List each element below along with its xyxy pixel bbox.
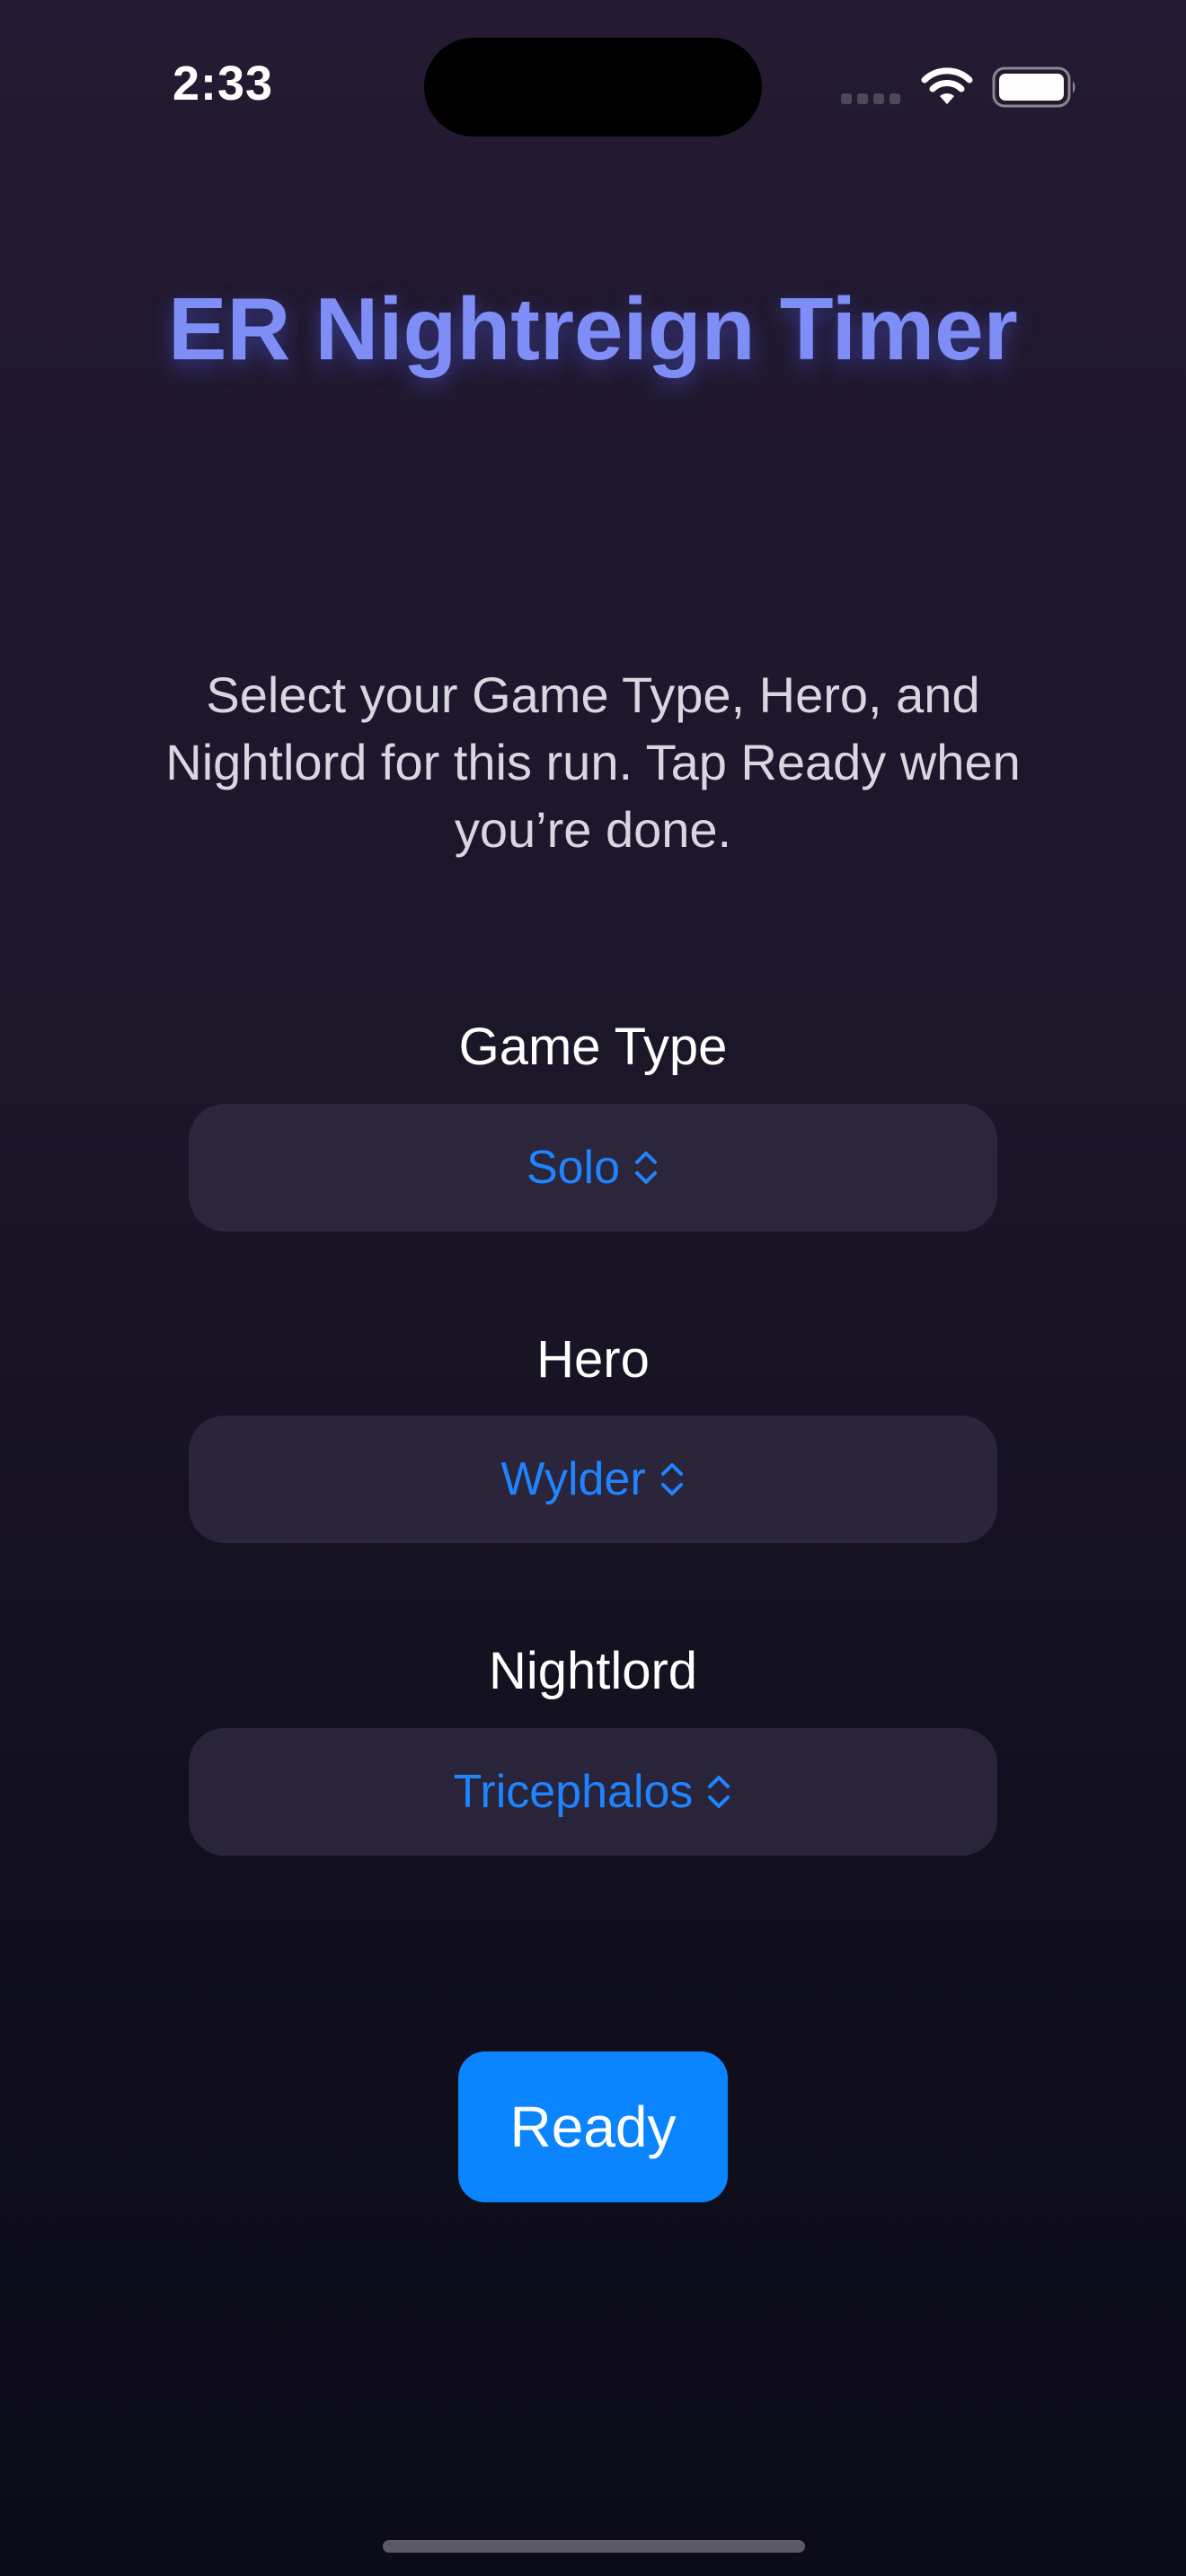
cellular-signal-icon bbox=[841, 93, 900, 104]
instructions-text: Select your Game Type, Hero, and Nightlo… bbox=[165, 666, 1021, 858]
chevron-up-down-icon bbox=[660, 1463, 683, 1495]
battery-icon bbox=[992, 66, 1075, 108]
nightlord-label: Nightlord bbox=[488, 1642, 698, 1700]
nightlord-value: Tricephalos bbox=[453, 1766, 694, 1818]
nightlord-picker[interactable]: Tricephalos bbox=[189, 1728, 997, 1856]
home-indicator[interactable] bbox=[383, 2540, 805, 2553]
ready-button[interactable]: Ready bbox=[458, 2051, 728, 2202]
dynamic-island bbox=[424, 38, 762, 137]
wifi-icon bbox=[921, 67, 973, 104]
game-type-label: Game Type bbox=[458, 1018, 728, 1076]
status-time: 2:33 bbox=[173, 57, 274, 110]
hero-label: Hero bbox=[536, 1330, 650, 1389]
hero-picker[interactable]: Wylder bbox=[189, 1416, 997, 1543]
game-type-picker[interactable]: Solo bbox=[189, 1104, 997, 1231]
hero-value: Wylder bbox=[500, 1453, 646, 1505]
page-title: ER Nightreign Timer bbox=[168, 279, 1018, 378]
game-type-value: Solo bbox=[526, 1142, 621, 1194]
chevron-up-down-icon bbox=[708, 1776, 730, 1808]
chevron-up-down-icon bbox=[635, 1151, 658, 1184]
